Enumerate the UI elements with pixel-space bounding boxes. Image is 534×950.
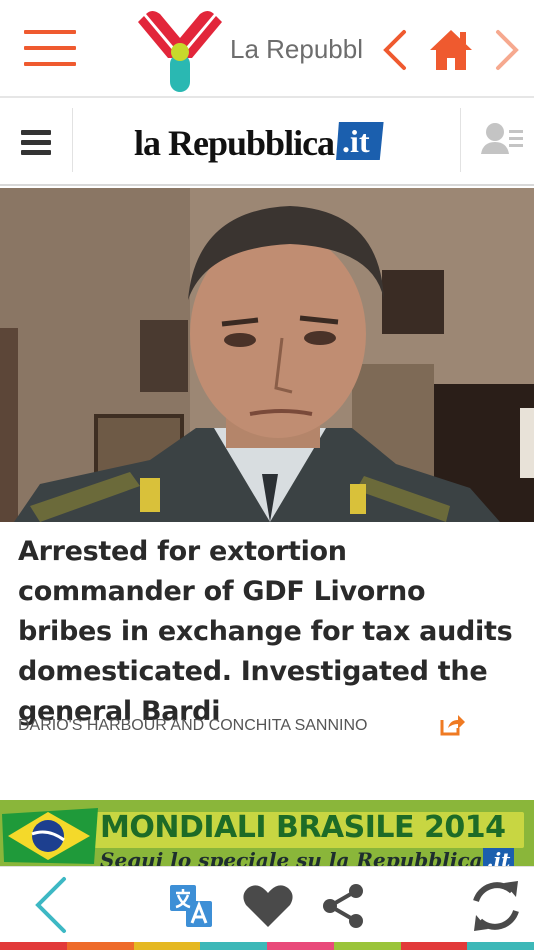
hamburger-icon[interactable] [24,30,76,70]
translate-icon[interactable] [168,883,214,929]
stripe-segment [66,942,134,950]
stripe-segment [133,942,201,950]
share-icon[interactable] [320,883,366,929]
heart-icon[interactable] [242,883,294,929]
world-cup-banner[interactable]: MONDIALI BRASILE 2014 Segui lo speciale … [0,800,534,866]
site-logo-suffix: .it [336,122,384,160]
site-header: la Repubblica .it [0,98,534,186]
chevron-left-icon[interactable] [30,875,72,935]
stripe-segment [400,942,468,950]
app-bar-title: La Repubbl [230,34,363,64]
refresh-icon[interactable] [468,879,524,933]
stripe-segment [200,942,267,950]
banner-subtitle-brand: la Repubblica [328,848,483,866]
banner-title: MONDIALI BRASILE 2014 [100,810,506,845]
home-icon[interactable] [428,26,474,74]
color-stripe [0,942,534,950]
article-byline: DARIO'S HARBOUR AND CONCHITA SANNINO [18,717,368,734]
banner-subtitle-suffix: .it [482,848,515,866]
article-headline[interactable]: Arrested for extortion commander of GDF … [18,532,518,732]
chevron-left-icon[interactable] [378,28,412,72]
site-logo-word: la Repubblica [134,123,335,163]
stripe-segment [333,942,401,950]
user-list-icon[interactable] [460,108,534,172]
app-bar: La Repubbl [0,0,534,98]
banner-subtitle-prefix: Segui lo speciale su [100,848,329,866]
site-logo[interactable]: la Repubblica .it [134,116,384,166]
stripe-segment [0,942,67,950]
share-arrow-icon[interactable] [438,712,466,738]
stripe-segment [267,942,334,950]
bottom-toolbar [0,866,534,943]
brazil-flag-icon [2,808,98,864]
stripe-segment [467,942,534,950]
article-photo[interactable] [0,188,534,522]
y-logo-icon[interactable] [138,8,222,94]
site-menu-button[interactable] [0,108,73,172]
banner-subtitle: Segui lo speciale su la Repubblica .it [100,848,515,866]
chevron-right-icon[interactable] [490,28,524,72]
